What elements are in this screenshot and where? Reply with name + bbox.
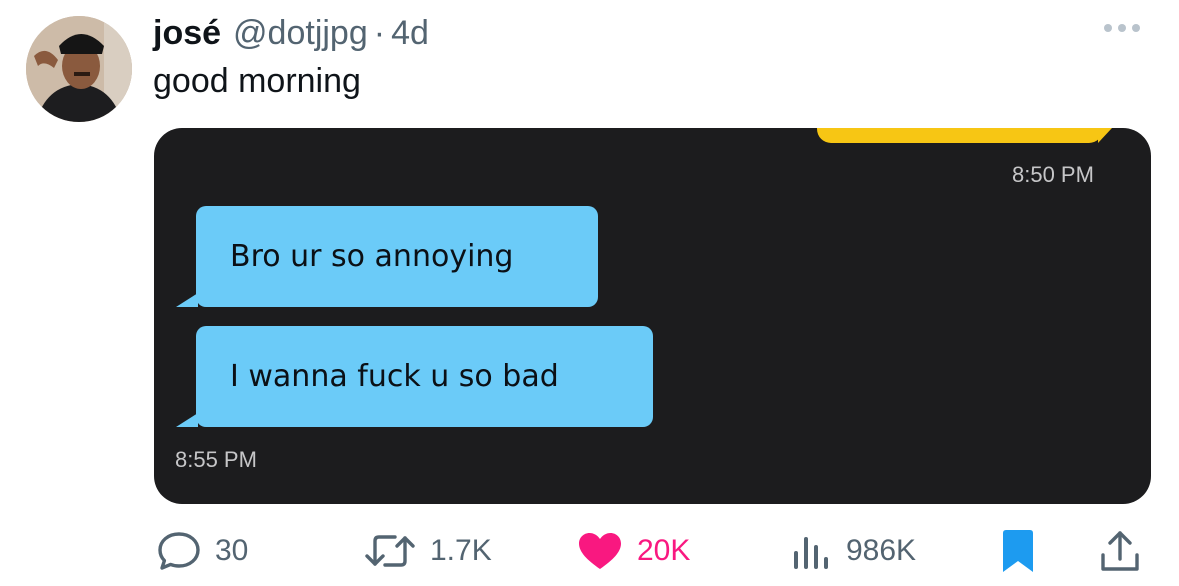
sent-message-bubble-edge	[817, 128, 1103, 143]
more-dot	[1132, 24, 1140, 32]
view-count: 986K	[846, 534, 917, 567]
user-handle[interactable]: @dotjjpg	[233, 14, 368, 53]
like-button[interactable]: 20K	[577, 531, 690, 571]
reply-count: 30	[215, 534, 249, 567]
retweet-button[interactable]: 1.7K	[364, 531, 492, 571]
more-dot	[1118, 24, 1126, 32]
retweet-icon	[365, 535, 415, 567]
bookmark-button[interactable]	[1001, 529, 1035, 573]
views-chart-icon	[794, 537, 828, 569]
bubble-tail	[176, 293, 198, 307]
profile-photo	[26, 16, 132, 122]
more-dot	[1104, 24, 1112, 32]
message-text: I wanna fuck u so bad	[230, 359, 559, 394]
like-count: 20K	[637, 534, 691, 567]
sent-message-bubble-tip	[1098, 128, 1112, 143]
message-timestamp: 8:55 PM	[175, 447, 257, 472]
tweet-media[interactable]: 8:50 PM Bro ur so annoying I wanna fuck …	[154, 128, 1151, 504]
share-button[interactable]	[1100, 529, 1140, 573]
tweet-text: good morning	[153, 62, 361, 100]
tweet-header: josé @dotjjpg · 4d	[153, 14, 429, 53]
bookmark-icon	[1003, 530, 1033, 572]
reply-icon	[158, 532, 200, 570]
views-button[interactable]: 986K	[792, 531, 916, 571]
received-message-bubble: Bro ur so annoying	[196, 206, 598, 307]
message-text: Bro ur so annoying	[230, 239, 514, 274]
received-message-bubble: I wanna fuck u so bad	[196, 326, 653, 427]
separator-dot: ·	[373, 14, 386, 52]
tweet-actions: 30 1.7K 20K 986K	[0, 527, 1179, 577]
tweet-age[interactable]: 4d	[391, 14, 429, 53]
heart-icon	[579, 533, 621, 569]
bubble-tail	[176, 413, 198, 427]
message-timestamp: 8:50 PM	[1012, 162, 1094, 187]
display-name[interactable]: josé	[153, 14, 221, 53]
more-options-icon[interactable]	[1104, 24, 1140, 32]
retweet-count: 1.7K	[430, 534, 492, 567]
reply-button[interactable]: 30	[157, 531, 248, 571]
share-icon	[1101, 531, 1139, 571]
avatar[interactable]	[26, 16, 132, 122]
